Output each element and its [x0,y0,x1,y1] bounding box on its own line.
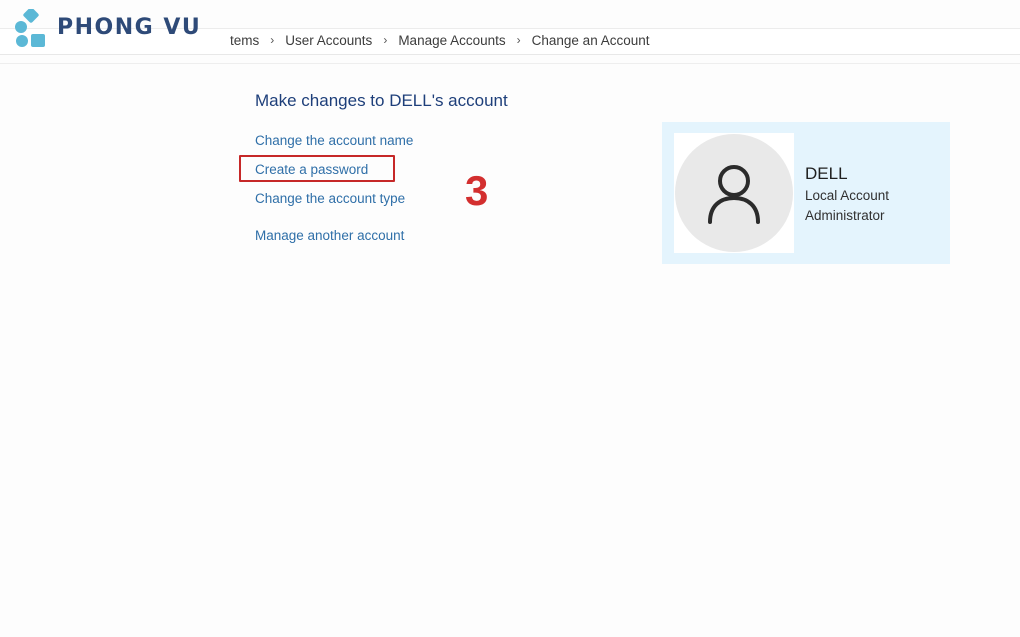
step-number-annotation: 3 [465,167,489,214]
phong-vu-logo: PHONG VU [14,9,201,47]
avatar [675,134,793,252]
logo-mark-icon [15,9,45,47]
account-type: Local Account [805,188,890,203]
breadcrumb-item-manage-accounts[interactable]: Manage Accounts [398,33,505,48]
change-account-name-link[interactable]: Change the account name [255,133,413,148]
avatar-frame [674,133,794,253]
account-card: DELL Local Account Administrator [662,122,950,264]
user-silhouette-icon [708,165,760,224]
account-name: DELL [805,164,848,183]
manage-another-account-link[interactable]: Manage another account [255,228,404,243]
change-account-type-link[interactable]: Change the account type [255,191,405,206]
logo-text: PHONG VU [57,15,202,40]
chevron-right-icon: › [270,32,275,47]
account-role: Administrator [805,208,885,223]
breadcrumb: tems › User Accounts › Manage Accounts ›… [230,32,650,49]
highlight-box [239,155,395,182]
chevron-right-icon: › [516,32,521,47]
breadcrumb-item-all-control-panel-items[interactable]: tems [230,33,259,48]
chevron-right-icon: › [383,32,388,47]
breadcrumb-item-user-accounts[interactable]: User Accounts [285,33,372,48]
header-divider [0,63,1020,64]
page-title: Make changes to DELL's account [255,91,508,110]
breadcrumb-item-change-an-account[interactable]: Change an Account [532,33,650,48]
